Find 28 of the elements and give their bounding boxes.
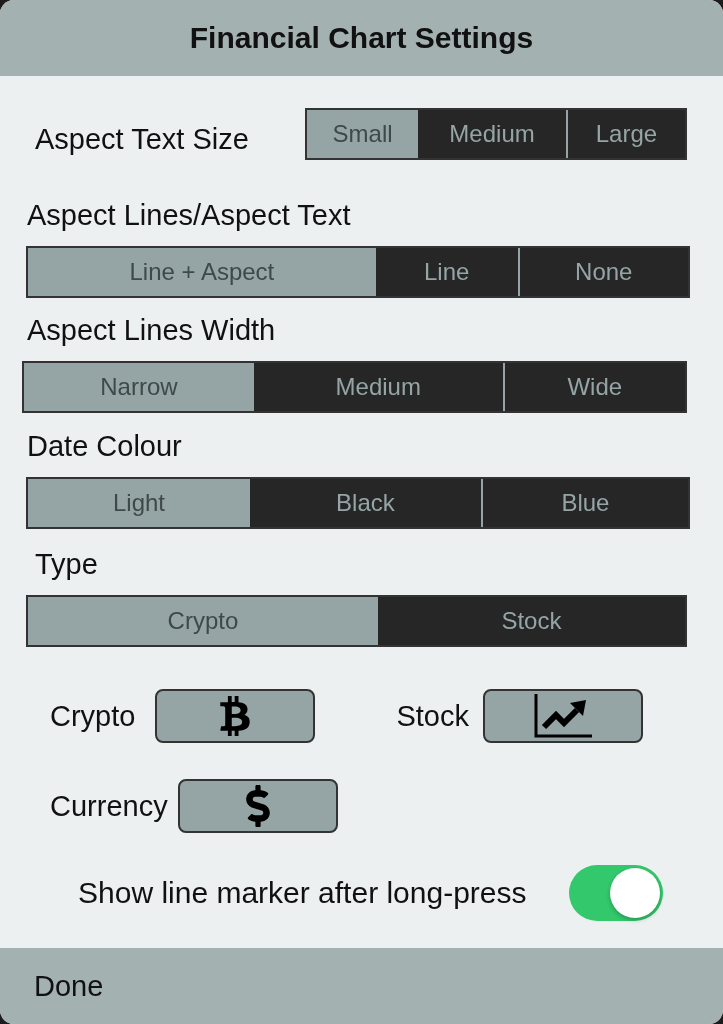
dollar-icon — [245, 785, 270, 827]
segment-tab[interactable]: Small — [307, 110, 419, 158]
setting-label: Date Colour — [27, 429, 182, 463]
setting-label: Aspect Text Size — [35, 122, 250, 156]
bitcoin-icon — [220, 696, 251, 736]
symbol-label: Stock — [396, 699, 469, 733]
segment-tab[interactable]: Light — [28, 479, 250, 527]
toggle-switch[interactable] — [569, 865, 663, 921]
symbol-button[interactable] — [177, 779, 338, 833]
done-button[interactable]: Done — [34, 969, 104, 1003]
symbol-button[interactable] — [482, 689, 643, 743]
segmented-control[interactable]: Line + Aspect Line None — [26, 246, 690, 298]
setting-label: Aspect Lines/Aspect Text — [27, 198, 351, 232]
segment-tab[interactable]: Narrow — [24, 363, 254, 411]
symbol-label: Currency — [50, 789, 168, 823]
segmented-control[interactable]: Light Black Blue — [26, 477, 690, 529]
setting-label: Aspect Lines Width — [27, 313, 276, 347]
segmented-control[interactable]: Small Medium Large — [305, 108, 687, 160]
segmented-control[interactable]: Crypto Stock — [26, 595, 687, 647]
segmented-control[interactable]: Narrow Medium Wide — [22, 361, 687, 413]
toggle-label: Show line marker after long-press — [78, 876, 528, 910]
line-chart-icon — [533, 694, 592, 738]
segment-tab[interactable]: Crypto — [28, 597, 378, 645]
setting-label: Type — [35, 547, 98, 581]
symbol-button[interactable] — [155, 689, 316, 743]
symbol-label: Crypto — [50, 699, 136, 733]
dialog-title: Financial Chart Settings — [189, 20, 534, 56]
segment-tab[interactable]: Line + Aspect — [28, 248, 376, 296]
